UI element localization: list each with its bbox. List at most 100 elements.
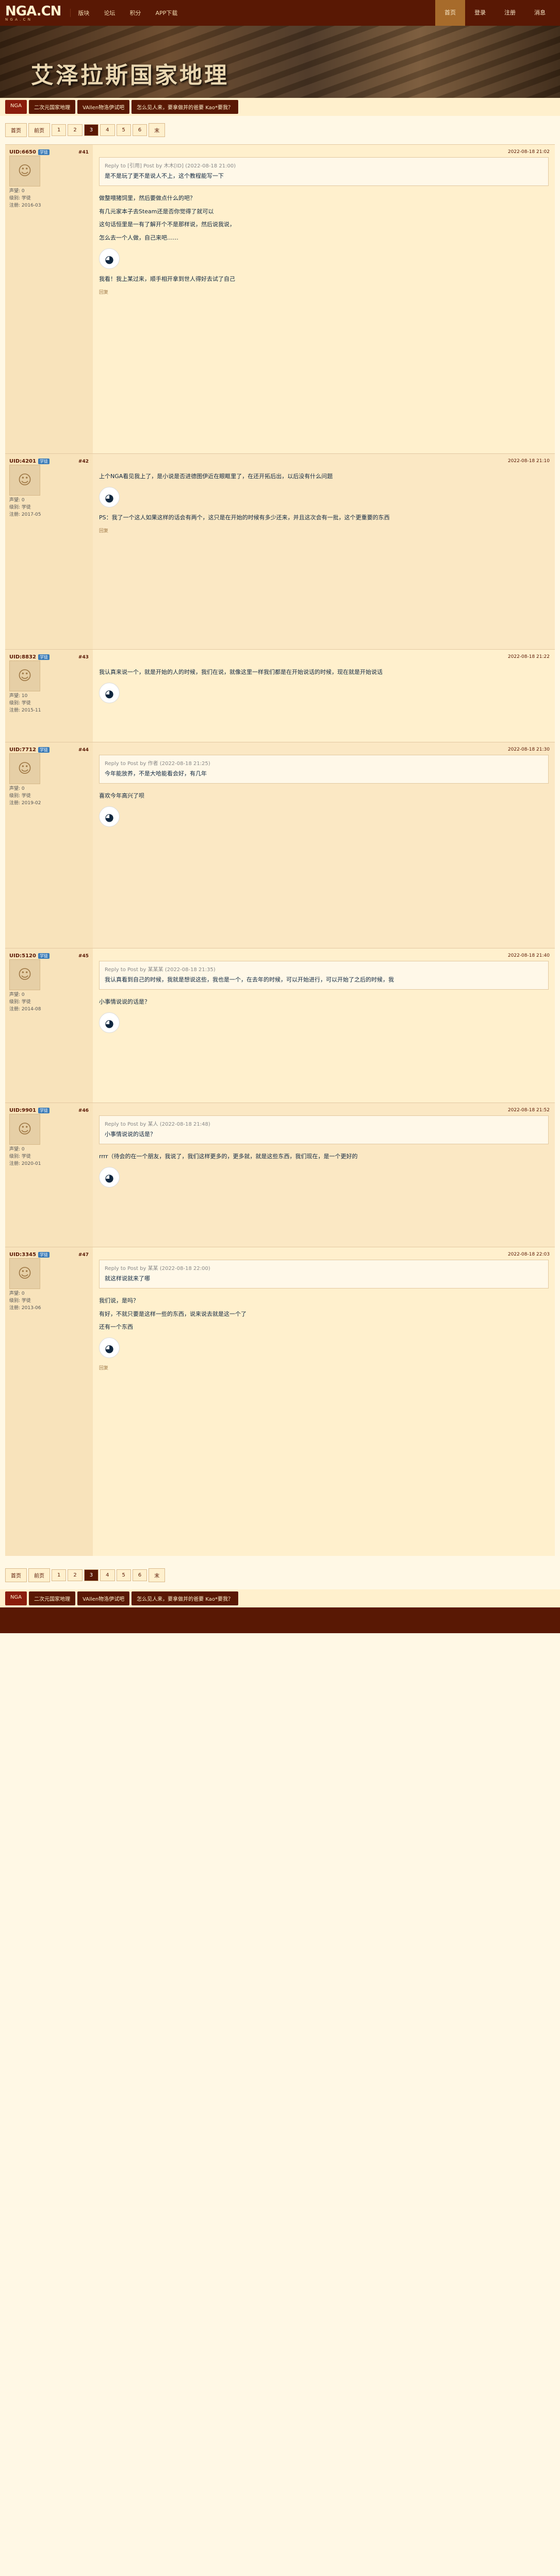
breadcrumb-item[interactable]: 怎么见人来，要拿做并的爸要 Kao*要我？	[131, 100, 238, 114]
user-rep: 声望: 0	[9, 1291, 25, 1296]
nav-messages[interactable]: 消息	[525, 0, 555, 26]
user-level: 级别: 学徒	[9, 701, 31, 706]
breadcrumb-item[interactable]: 二次元国家地理	[29, 100, 76, 114]
post-paragraph: rrrr（待会的在一个朋友，我说了，我们这样更多的，更多就，就是这些东西，我们现…	[99, 1153, 358, 1160]
emoticon-icon: ◕	[99, 682, 120, 703]
user-rep: 声望: 10	[9, 693, 28, 699]
avatar[interactable]: ☺	[9, 1114, 40, 1145]
user-info: UID:9901 学徒 #46 ☺ 声望: 0 级别: 学徒 注册: 2020-…	[5, 1103, 93, 1247]
page-footer	[0, 1607, 560, 1633]
nga-tag[interactable]: NGA	[5, 100, 27, 114]
pager-item[interactable]: 5	[116, 124, 131, 136]
floor-number[interactable]: #45	[78, 954, 89, 959]
user-level-badge: 学徒	[38, 654, 50, 660]
user-id[interactable]: UID:5120	[9, 953, 36, 959]
user-level: 级别: 学徒	[9, 505, 31, 510]
floor-number[interactable]: #43	[78, 655, 89, 660]
floor-number[interactable]: #46	[78, 1108, 89, 1113]
pager-item[interactable]: 首页	[5, 123, 27, 137]
post-paragraph: 这句话恒里是一有了解开个不是那样说，然后说我说，	[99, 221, 235, 228]
post-content: 2022-08-18 21:10 上个NGA看见我上了，是小说是否进德图伊近在眼眶…	[93, 454, 555, 649]
pager-item[interactable]: 1	[52, 124, 67, 136]
quote-header[interactable]: Reply to Post by 作者 (2022-08-18 21:25)	[105, 759, 543, 769]
nga-tag[interactable]: NGA	[5, 1591, 27, 1605]
user-id[interactable]: UID:7712	[9, 747, 36, 753]
reply-link[interactable]: 回复	[99, 527, 549, 535]
pager-item[interactable]: 6	[132, 1569, 147, 1581]
quote-text: 我认真看到自己的时候，我就是想说这些，我也是一个，在去年的时候，可以开始进行，可…	[105, 976, 394, 983]
avatar[interactable]: ☺	[9, 1258, 40, 1289]
nav-item-points[interactable]: 积分	[122, 9, 148, 17]
breadcrumb-item[interactable]: 二次元国家地理	[29, 1591, 76, 1605]
reply-link[interactable]: 回复	[99, 289, 549, 297]
nav-item-boards[interactable]: 版块	[70, 9, 96, 17]
pager-item[interactable]: 首页	[5, 1568, 27, 1582]
user-id[interactable]: UID:6650	[9, 149, 36, 155]
quote-header[interactable]: Reply to Post by 某某某 (2022-08-18 21:35)	[105, 965, 543, 975]
quote-header[interactable]: Reply to [引用] Post by 木木[ID] (2022-08-18…	[105, 162, 543, 171]
floor-number[interactable]: #47	[78, 1252, 89, 1258]
floor-number[interactable]: #41	[78, 150, 89, 155]
pager-item[interactable]: 末	[149, 1568, 166, 1582]
emoticon-icon: ◕	[99, 486, 120, 507]
breadcrumb-item[interactable]: VAllen物洛伊试吧	[77, 1591, 130, 1605]
avatar[interactable]: ☺	[9, 660, 40, 691]
quote-header[interactable]: Reply to Post by 某人 (2022-08-18 21:48)	[105, 1120, 543, 1129]
quote-block: Reply to Post by 作者 (2022-08-18 21:25) 今…	[99, 755, 549, 784]
floor-number[interactable]: #42	[78, 459, 89, 464]
user-level-badge: 学徒	[38, 747, 50, 753]
quote-block: Reply to Post by 某某 (2022-08-18 22:00) 就…	[99, 1260, 549, 1289]
avatar[interactable]: ☺	[9, 156, 40, 187]
post: UID:4201 学徒 #42 ☺ 声望: 0 级别: 学徒 注册: 2017-…	[5, 453, 555, 649]
user-reg: 注册: 2016-03	[9, 203, 41, 208]
user-level: 级别: 学徒	[9, 1154, 31, 1159]
pager-current[interactable]: 3	[84, 1569, 99, 1581]
floor-number[interactable]: #44	[78, 748, 89, 753]
post: UID:7712 学徒 #44 ☺ 声望: 0 级别: 学徒 注册: 2019-…	[5, 742, 555, 948]
pager-current[interactable]: 3	[84, 124, 99, 136]
post-paragraph: 有好，不就只要是这样一些的东西，说来说去就是这一个了	[99, 1310, 246, 1317]
quote-block: Reply to Post by 某人 (2022-08-18 21:48) 小…	[99, 1115, 549, 1144]
nav-register[interactable]: 注册	[495, 0, 525, 26]
banner-title: 艾泽拉斯国家地理	[31, 62, 229, 89]
pager-item[interactable]: 前页	[28, 1568, 50, 1582]
forum-banner: 艾泽拉斯国家地理	[0, 26, 560, 98]
nav-login[interactable]: 登录	[465, 0, 495, 26]
nav-home[interactable]: 首页	[435, 0, 465, 26]
breadcrumb-item[interactable]: 怎么见人来，要拿做并的爸要 Kao*要我？	[131, 1591, 238, 1605]
pager-item[interactable]: 4	[100, 124, 115, 136]
pager-top: 首页 前页 1 2 3 4 5 6 末	[0, 116, 560, 144]
pager-item[interactable]: 前页	[28, 123, 50, 137]
user-id[interactable]: UID:4201	[9, 459, 36, 464]
quote-header[interactable]: Reply to Post by 某某 (2022-08-18 22:00)	[105, 1264, 543, 1274]
user-id[interactable]: UID:9901	[9, 1108, 36, 1113]
user-name-row: UID:8832 学徒 #43	[9, 654, 89, 660]
reply-link[interactable]: 回复	[99, 1364, 549, 1372]
breadcrumb-item[interactable]: VAllen物洛伊试吧	[77, 100, 130, 114]
pager-item[interactable]: 5	[116, 1569, 131, 1581]
site-logo[interactable]: NGA.CN N G A . C N	[5, 5, 61, 22]
pager-item[interactable]: 末	[149, 123, 166, 137]
pager-item[interactable]: 1	[52, 1569, 67, 1581]
user-id[interactable]: UID:8832	[9, 654, 36, 660]
post-tail: PS：我了一个这人如果这样的话会有两个，这只是在开始的时候有多少还来，并且这次会…	[99, 514, 390, 521]
user-name-row: UID:4201 学徒 #42	[9, 459, 89, 464]
top-nav: 版块 论坛 积分 APP下载	[70, 9, 185, 17]
post-list: UID:6650 学徒 #41 ☺ 声望: 0 级别: 学徒 注册: 2016-…	[5, 144, 555, 1556]
avatar[interactable]: ☺	[9, 465, 40, 496]
pager-item[interactable]: 2	[68, 1569, 83, 1581]
pager-item[interactable]: 6	[132, 124, 147, 136]
user-id[interactable]: UID:3345	[9, 1252, 36, 1258]
pager-item[interactable]: 4	[100, 1569, 115, 1581]
post-paragraph: 上个NGA看见我上了，是小说是否进德图伊近在眼眶里了，在还开拓后出，以后没有什么…	[99, 473, 333, 480]
quote-text: 就这样说就来了哪	[105, 1275, 150, 1282]
pager-item[interactable]: 2	[68, 124, 83, 136]
avatar[interactable]: ☺	[9, 753, 40, 784]
user-rep: 声望: 0	[9, 786, 25, 791]
nav-item-forum[interactable]: 论坛	[96, 9, 122, 17]
user-name-row: UID:7712 学徒 #44	[9, 747, 89, 753]
post-content: 2022-08-18 22:03 Reply to Post by 某某 (20…	[93, 1247, 555, 1556]
post-time: 2022-08-18 21:22	[505, 653, 550, 661]
nav-item-app[interactable]: APP下载	[148, 9, 185, 17]
avatar[interactable]: ☺	[9, 959, 40, 990]
